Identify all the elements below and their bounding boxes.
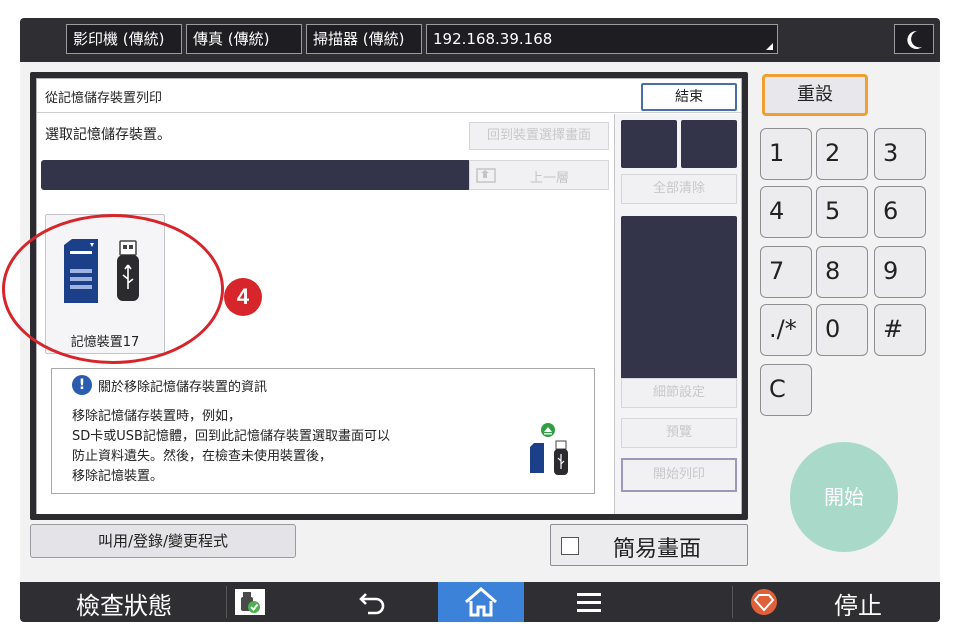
address-display[interactable]: 192.168.39.168 [426, 24, 778, 54]
count-display-2 [681, 120, 737, 168]
key-0[interactable]: 0 [816, 304, 868, 356]
status-divider [226, 586, 227, 618]
key-7[interactable]: 7 [760, 246, 812, 298]
end-button[interactable]: 結束 [641, 83, 737, 111]
menu-icon[interactable] [576, 592, 602, 614]
info-line-3: 防止資料遺失。然後，在檢查未使用裝置後， [72, 449, 333, 464]
energy-saver-button[interactable] [894, 24, 934, 54]
recall-program-button[interactable]: 叫用/登錄/變更程式 [30, 524, 296, 558]
info-header: ! 關於移除記憶儲存裝置的資訊 [72, 375, 267, 395]
step-number-badge: 4 [224, 278, 262, 316]
key-5[interactable]: 5 [816, 186, 868, 238]
detail-settings-button[interactable]: 細節設定 [621, 378, 737, 408]
info-title: 關於移除記憶儲存裝置的資訊 [98, 379, 268, 395]
simple-screen-label: 簡易畫面 [613, 537, 702, 562]
key-8[interactable]: 8 [816, 246, 868, 298]
simple-screen-button[interactable]: 簡易畫面 [550, 524, 748, 566]
tab-copier[interactable]: 影印機 (傳統) [66, 24, 182, 54]
count-display-1 [621, 120, 677, 168]
key-9[interactable]: 9 [874, 246, 926, 298]
key-dot-star[interactable]: ./* [760, 304, 812, 356]
eject-device-icon [530, 423, 568, 475]
start-button[interactable]: 開始 [790, 442, 898, 552]
info-line-1: 移除記憶儲存裝置時，例如， [72, 409, 242, 424]
moon-icon [907, 30, 922, 49]
stop-button[interactable]: 停止 [834, 586, 882, 621]
dialog-title: 從記憶儲存裝置列印 [45, 91, 163, 106]
dialog-titlebar: 從記憶儲存裝置列印 結束 [37, 79, 741, 113]
highlight-circle [2, 214, 224, 364]
path-display [41, 160, 471, 190]
up-one-level-label: 上一層 [530, 171, 570, 186]
stop-icon [751, 589, 777, 615]
info-line-2: SD卡或USB記憶體，回到此記憶儲存裝置選取畫面可以 [72, 429, 390, 444]
key-2[interactable]: 2 [816, 128, 868, 180]
key-clear[interactable]: C [760, 364, 812, 416]
key-hash[interactable]: # [874, 304, 926, 356]
preview-button[interactable]: 預覽 [621, 418, 737, 448]
ip-address: 192.168.39.168 [433, 30, 553, 48]
start-print-button[interactable]: 開始列印 [621, 458, 737, 492]
selected-files-list [621, 216, 737, 382]
top-bar: 影印機 (傳統) 傳真 (傳統) 掃描器 (傳統) 192.168.39.168 [20, 18, 940, 62]
reset-button[interactable]: 重設 [762, 74, 868, 116]
tab-fax[interactable]: 傳真 (傳統) [186, 24, 302, 54]
check-status-button[interactable]: 檢查狀態 [76, 586, 172, 621]
up-one-level-button[interactable]: 上一層 [469, 160, 609, 190]
simple-screen-checkbox [561, 537, 579, 555]
select-device-prompt: 選取記憶儲存裝置。 [45, 127, 171, 143]
action-column: 全部清除 細節設定 預覽 開始列印 [617, 114, 741, 514]
resize-corner-icon [766, 43, 773, 50]
key-3[interactable]: 3 [874, 128, 926, 180]
key-6[interactable]: 6 [874, 186, 926, 238]
back-arrow-icon[interactable] [358, 588, 388, 616]
clear-all-button[interactable]: 全部清除 [621, 174, 737, 204]
info-line-4: 移除記憶裝置。 [72, 469, 164, 484]
folder-up-icon [476, 168, 496, 183]
status-bar: 檢查狀態 停止 [20, 582, 940, 622]
home-icon [465, 587, 497, 617]
home-button[interactable] [438, 582, 524, 622]
job-status-icon[interactable] [234, 588, 266, 616]
info-exclamation-icon: ! [72, 375, 92, 395]
back-to-device-selection-button[interactable]: 回到裝置選擇畫面 [469, 122, 609, 150]
status-divider [732, 586, 733, 618]
key-1[interactable]: 1 [760, 128, 812, 180]
device-removal-info: ! 關於移除記憶儲存裝置的資訊 移除記憶儲存裝置時，例如， SD卡或USB記憶體… [51, 368, 595, 494]
tab-scanner[interactable]: 掃描器 (傳統) [306, 24, 422, 54]
key-4[interactable]: 4 [760, 186, 812, 238]
